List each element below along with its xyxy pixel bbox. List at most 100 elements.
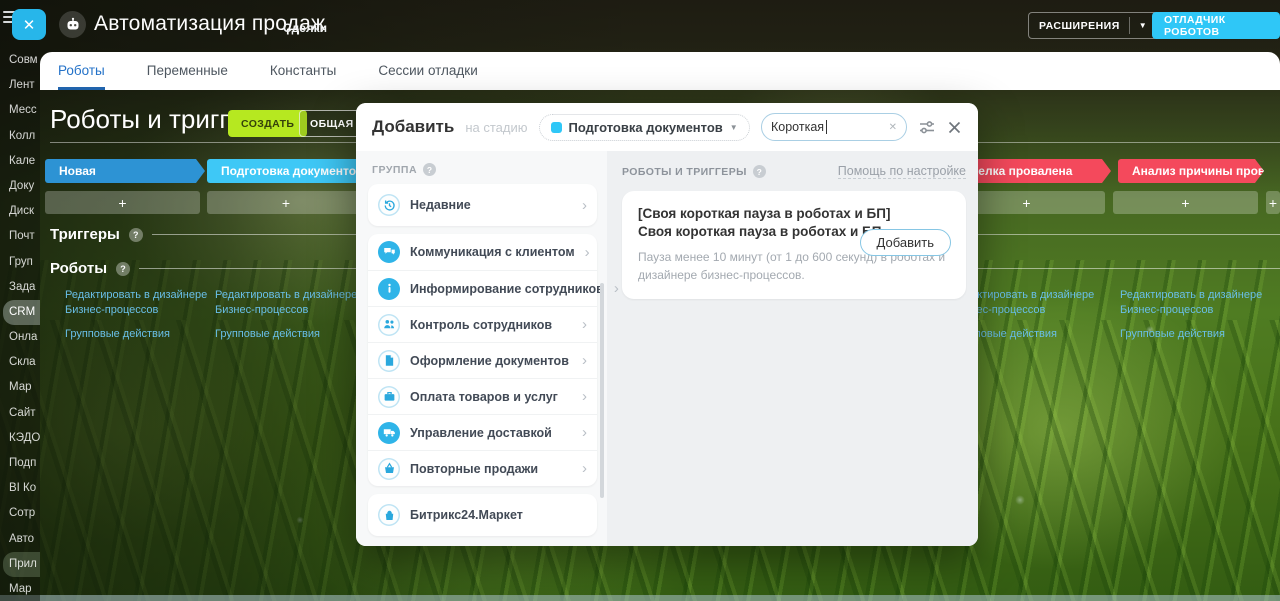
robot-result-card: [Своя короткая пауза в роботах и БП] Сво… xyxy=(622,191,966,299)
filter-sliders-icon[interactable] xyxy=(918,118,936,136)
tab-variables[interactable]: Переменные xyxy=(147,52,228,90)
edit-in-designer-link[interactable]: Редактировать в дизайнере Бизнес-процесс… xyxy=(65,288,217,318)
group-item-communication[interactable]: Коммуникация с клиентом › xyxy=(368,234,597,270)
chat-bubbles-icon xyxy=(378,241,400,263)
add-robot-plus-button[interactable]: + xyxy=(207,191,365,214)
briefcase-icon xyxy=(378,386,400,408)
group-item-documents[interactable]: Оформление документов › xyxy=(368,342,597,378)
sidebar-item[interactable]: Доку xyxy=(0,174,40,199)
create-button[interactable]: СОЗДАТЬ xyxy=(228,110,307,137)
chevron-right-icon: › xyxy=(582,424,587,441)
group-item-control[interactable]: Контроль сотрудников › xyxy=(368,306,597,342)
stage-color-square xyxy=(551,122,562,133)
groups-panel: ГРУППА ? Недавние › Коммуникация с клиен… xyxy=(356,151,607,546)
sidebar-item[interactable]: Прил xyxy=(3,552,40,577)
groups-scrollbar[interactable] xyxy=(600,283,604,498)
group-item-market[interactable]: Битрикс24.Маркет xyxy=(368,494,597,536)
sidebar-item-crm[interactable]: CRM xyxy=(3,300,40,325)
sidebar-item[interactable]: Мар xyxy=(0,577,40,601)
modal-title: Добавить xyxy=(372,117,454,137)
users-icon xyxy=(378,314,400,336)
robot-links-column: Редактировать в дизайнере Бизнес-процесс… xyxy=(215,288,367,342)
chevron-right-icon: › xyxy=(582,352,587,369)
market-bag-icon xyxy=(378,504,400,526)
chevron-right-icon: › xyxy=(614,280,619,297)
clear-search-icon[interactable]: ✕ xyxy=(889,122,897,133)
top-bar: ✕ Автоматизация продаж Сделки РАСШИРЕНИЯ… xyxy=(0,0,1280,50)
add-robot-plus-button[interactable]: + xyxy=(1266,191,1280,214)
sidebar-item[interactable]: Совм xyxy=(0,48,40,73)
sidebar-item[interactable]: Сайт xyxy=(0,401,40,426)
robot-debugger-button[interactable]: ОТЛАДЧИК РОБОТОВ xyxy=(1152,12,1280,39)
sidebar-item[interactable]: Сотр xyxy=(0,501,40,526)
add-robot-modal: Добавить на стадию Подготовка документов… xyxy=(356,103,978,546)
stage-column-new[interactable]: Новая xyxy=(45,159,205,183)
sidebar-item[interactable]: Диск xyxy=(0,199,40,224)
group-actions-link[interactable]: Групповые действия xyxy=(1120,327,1272,342)
sidebar-item[interactable]: Колл xyxy=(0,124,40,149)
results-header: РОБОТЫ И ТРИГГЕРЫ ? Помощь по настройке xyxy=(622,164,966,179)
caret-down-icon: ▼ xyxy=(730,123,738,132)
entity-selector[interactable]: Сделки xyxy=(283,21,327,35)
sidebar-item[interactable]: КЭДО xyxy=(0,426,40,451)
group-item-informing[interactable]: Информирование сотрудников › xyxy=(368,270,597,306)
extensions-button[interactable]: РАСШИРЕНИЯ ▼ xyxy=(1028,12,1158,39)
app-screen: Роботы и триггеры СОЗДАТЬ ОБЩАЯ ▼ Новая … xyxy=(0,0,1280,601)
add-robot-plus-button[interactable]: + xyxy=(1113,191,1258,214)
caret-down-icon: ▼ xyxy=(1139,21,1147,30)
chevron-right-icon: › xyxy=(582,388,587,405)
group-actions-link[interactable]: Групповые действия xyxy=(65,327,217,342)
stage-column-fail-analysis[interactable]: Анализ причины провала xyxy=(1118,159,1264,183)
add-robot-button[interactable]: Добавить xyxy=(860,229,951,256)
tab-constants[interactable]: Константы xyxy=(270,52,336,90)
robot-links-column: Редактировать в дизайнере Бизнес-процесс… xyxy=(1120,288,1272,342)
modal-header: Добавить на стадию Подготовка документов… xyxy=(356,103,978,151)
sidebar-item[interactable]: Месс xyxy=(0,98,40,123)
group-item-payments[interactable]: Оплата товаров и услуг › xyxy=(368,378,597,414)
sidebar-item[interactable]: Груп xyxy=(0,250,40,275)
chevron-right-icon: › xyxy=(582,460,587,477)
help-icon[interactable]: ? xyxy=(753,165,766,178)
sidebar-item[interactable]: Авто xyxy=(0,527,40,552)
sidebar-item[interactable]: Зада xyxy=(0,275,40,300)
help-icon[interactable]: ? xyxy=(423,163,436,176)
sidebar-item[interactable]: Кале xyxy=(0,149,40,174)
tab-debug-sessions[interactable]: Сессии отладки xyxy=(378,52,477,90)
text-cursor xyxy=(826,120,827,134)
tab-strip: Роботы Переменные Константы Сессии отлад… xyxy=(40,52,1280,90)
search-input[interactable]: Короткая ✕ xyxy=(761,113,907,141)
robot-links-column: Редактировать в дизайнере Бизнес-процесс… xyxy=(65,288,217,342)
sidebar-item[interactable]: Почт xyxy=(0,224,40,249)
close-icon[interactable] xyxy=(947,120,962,135)
sidebar-close-button[interactable]: ✕ xyxy=(12,9,46,40)
chevron-right-icon: › xyxy=(582,316,587,333)
group-item-delivery[interactable]: Управление доставкой › xyxy=(368,414,597,450)
help-icon[interactable]: ? xyxy=(116,262,130,276)
robot-icon xyxy=(59,11,86,38)
sidebar-item[interactable]: Онла xyxy=(0,325,40,350)
stage-column-docs[interactable]: Подготовка документов xyxy=(207,159,365,183)
sidebar-item[interactable]: BI Ко xyxy=(0,476,40,501)
group-item-recent[interactable]: Недавние › xyxy=(368,184,597,226)
setup-help-link[interactable]: Помощь по настройке xyxy=(838,164,966,179)
stage-prefix-label: на стадию xyxy=(465,120,527,135)
market-card: Битрикс24.Маркет xyxy=(368,494,597,536)
sidebar-item[interactable]: Мар xyxy=(0,375,40,400)
document-icon xyxy=(378,350,400,372)
stage-selector[interactable]: Подготовка документов ▼ xyxy=(539,114,750,141)
edit-in-designer-link[interactable]: Редактировать в дизайнере Бизнес-процесс… xyxy=(215,288,367,318)
group-item-repeat-sales[interactable]: Повторные продажи › xyxy=(368,450,597,486)
tab-robots[interactable]: Роботы xyxy=(58,52,105,90)
help-icon[interactable]: ? xyxy=(129,228,143,242)
sidebar-item[interactable]: Подп xyxy=(0,451,40,476)
triggers-section-label: Триггеры xyxy=(50,226,120,243)
basket-icon xyxy=(378,458,400,480)
add-robot-plus-button[interactable]: + xyxy=(45,191,200,214)
sidebar-item[interactable]: Лент xyxy=(0,73,40,98)
edit-in-designer-link[interactable]: Редактировать в дизайнере Бизнес-процесс… xyxy=(1120,288,1272,318)
group-actions-link[interactable]: Групповые действия xyxy=(215,327,367,342)
sidebar-item[interactable]: Скла xyxy=(0,350,40,375)
modal-body: ГРУППА ? Недавние › Коммуникация с клиен… xyxy=(356,151,978,546)
chevron-right-icon: › xyxy=(582,197,587,214)
sidebar-menu: Совм Лент Месс Колл Кале Доку Диск Почт … xyxy=(0,48,40,601)
